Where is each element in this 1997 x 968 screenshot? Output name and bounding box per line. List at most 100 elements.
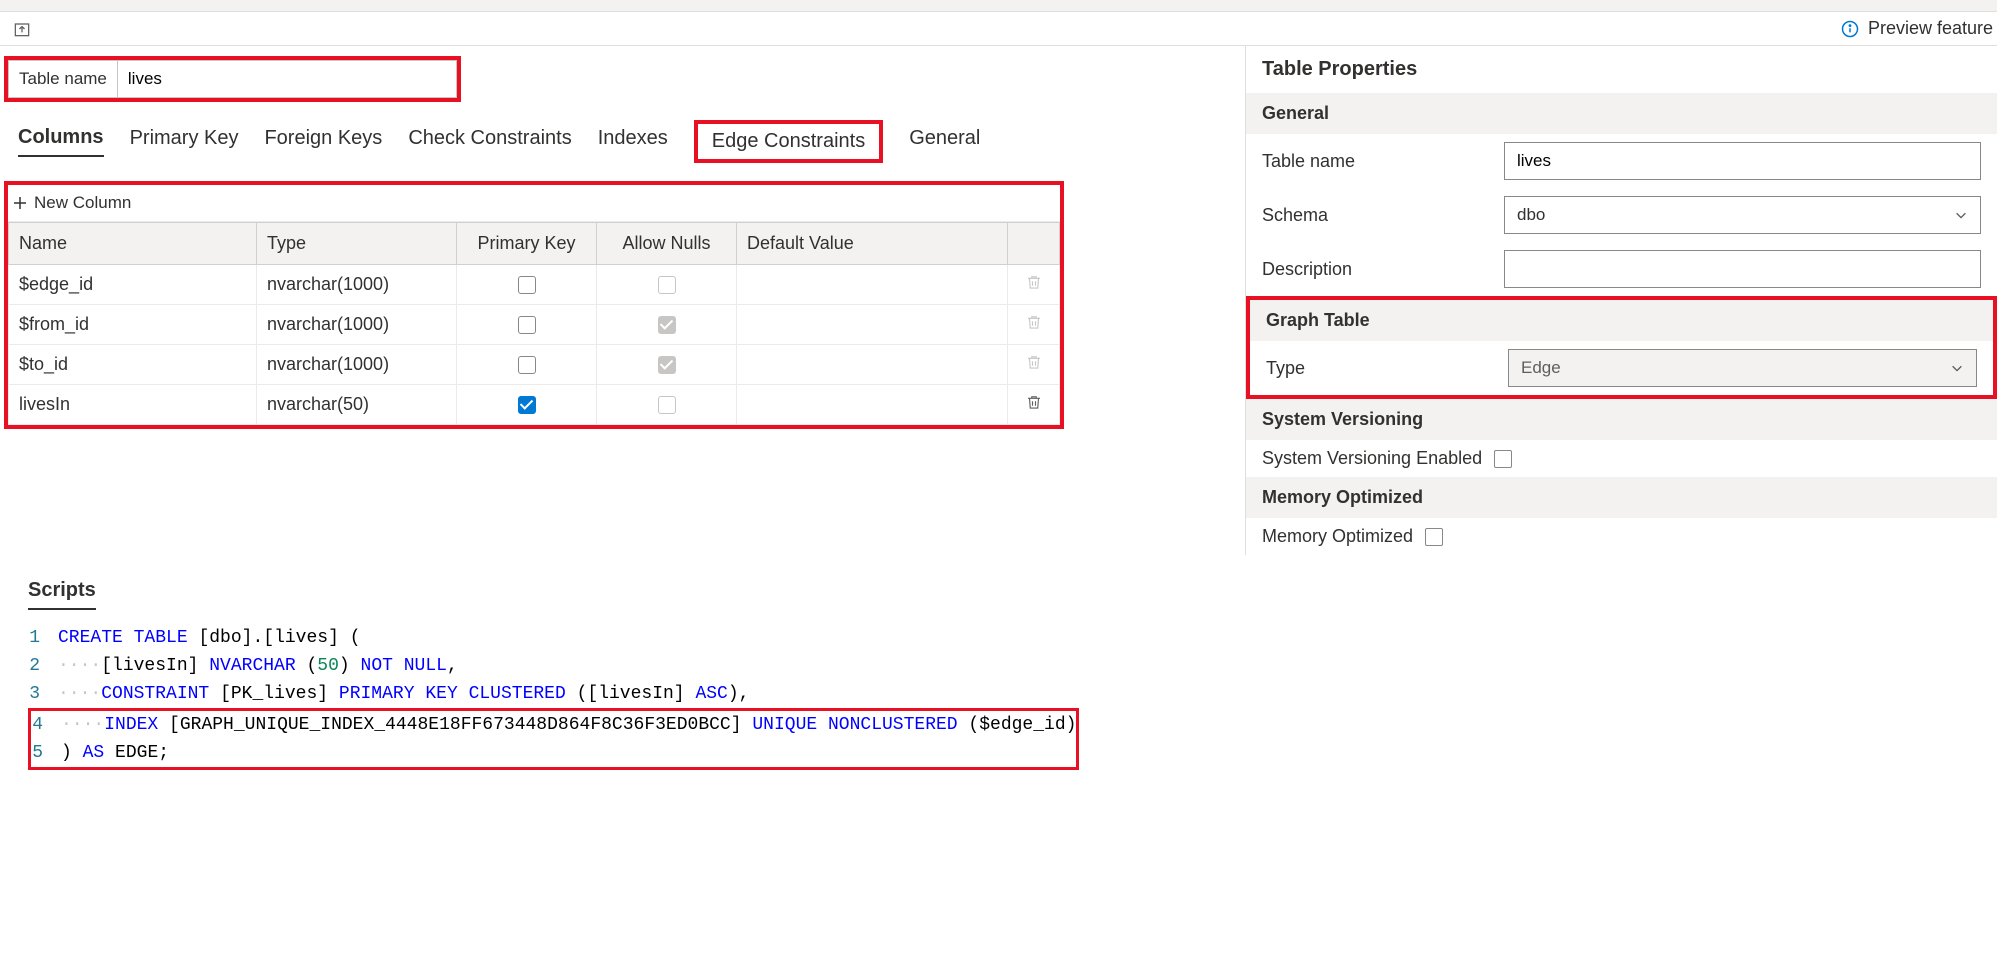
tab-edge-constraints[interactable]: Edge Constraints — [694, 120, 883, 163]
trash-icon[interactable] — [1025, 393, 1043, 411]
tab-check-constraints[interactable]: Check Constraints — [408, 127, 571, 156]
table-name-label: Table name — [8, 60, 117, 98]
chevron-down-icon — [1954, 208, 1968, 222]
allow-nulls-checkbox[interactable] — [658, 316, 676, 334]
tab-columns[interactable]: Columns — [18, 126, 104, 157]
prop-schema-select[interactable]: dbo — [1504, 196, 1981, 234]
section-system-versioning: System Versioning — [1246, 399, 1997, 440]
cell-type[interactable]: nvarchar(1000) — [257, 345, 457, 385]
script-highlight: 4····INDEX [GRAPH_UNIQUE_INDEX_4448E18FF… — [28, 708, 1079, 770]
properties-title: Table Properties — [1246, 46, 1997, 93]
prop-table-name-input[interactable] — [1504, 142, 1981, 180]
table-row[interactable]: $from_idnvarchar(1000) — [9, 305, 1060, 345]
prop-table-name-label: Table name — [1262, 151, 1492, 172]
cell-actions — [1008, 385, 1060, 425]
section-memory-optimized: Memory Optimized — [1246, 477, 1997, 518]
cell-default-value[interactable] — [737, 385, 1008, 425]
cell-name[interactable]: $edge_id — [9, 265, 257, 305]
tab-foreign-keys[interactable]: Foreign Keys — [264, 127, 382, 156]
primary-key-checkbox[interactable] — [518, 276, 536, 294]
prop-type-label: Type — [1266, 358, 1496, 379]
cell-default-value[interactable] — [737, 265, 1008, 305]
properties-pane: Table Properties General Table name Sche… — [1245, 46, 1997, 555]
table-name-group: Table name — [4, 56, 461, 102]
new-column-label: New Column — [34, 193, 131, 213]
header-name: Name — [9, 223, 257, 265]
header-actions — [1008, 223, 1060, 265]
table-row[interactable]: $to_idnvarchar(1000) — [9, 345, 1060, 385]
chevron-down-icon — [1950, 361, 1964, 375]
cell-default-value[interactable] — [737, 345, 1008, 385]
cell-type[interactable]: nvarchar(50) — [257, 385, 457, 425]
allow-nulls-checkbox — [658, 276, 676, 294]
allow-nulls-checkbox[interactable] — [658, 356, 676, 374]
prop-memopt-checkbox[interactable] — [1425, 528, 1443, 546]
code-content: ····INDEX [GRAPH_UNIQUE_INDEX_4448E18FF6… — [61, 711, 1076, 739]
cell-name[interactable]: $from_id — [9, 305, 257, 345]
prop-schema-label: Schema — [1262, 205, 1492, 226]
tab-primary-key[interactable]: Primary Key — [130, 127, 239, 156]
gutter: 1 — [28, 624, 58, 652]
graph-table-section-highlight: Graph Table Type Edge — [1246, 296, 1997, 399]
cell-primary-key — [457, 345, 597, 385]
prop-type-value: Edge — [1521, 358, 1561, 378]
prop-sysver-label: System Versioning Enabled — [1262, 448, 1482, 469]
code-line: 4····INDEX [GRAPH_UNIQUE_INDEX_4448E18FF… — [31, 711, 1076, 739]
code-line: 1CREATE TABLE [dbo].[lives] ( — [28, 624, 1969, 652]
primary-key-checkbox[interactable] — [518, 316, 536, 334]
trash-icon — [1025, 273, 1043, 291]
script-code[interactable]: 1CREATE TABLE [dbo].[lives] (2····[lives… — [28, 624, 1969, 770]
publish-icon[interactable] — [12, 19, 32, 39]
toolbar-row: Preview feature — [0, 12, 1997, 46]
cell-name[interactable]: $to_id — [9, 345, 257, 385]
trash-icon — [1025, 353, 1043, 371]
cell-type[interactable]: nvarchar(1000) — [257, 305, 457, 345]
cell-actions — [1008, 345, 1060, 385]
code-content: ····CONSTRAINT [PK_lives] PRIMARY KEY CL… — [58, 680, 1969, 708]
preview-feature-badge: Preview feature — [1840, 18, 1993, 39]
header-primary-key: Primary Key — [457, 223, 597, 265]
table-row[interactable]: $edge_idnvarchar(1000) — [9, 265, 1060, 305]
primary-key-checkbox[interactable] — [518, 356, 536, 374]
section-general: General — [1246, 93, 1997, 134]
code-line: 2····[livesIn] NVARCHAR (50) NOT NULL, — [28, 652, 1969, 680]
code-content: CREATE TABLE [dbo].[lives] ( — [58, 624, 1969, 652]
cell-actions — [1008, 265, 1060, 305]
columns-area: New Column Name Type Primary Key Allow N… — [4, 181, 1064, 429]
cell-primary-key — [457, 305, 597, 345]
primary-key-checkbox[interactable] — [518, 396, 536, 414]
prop-type-select: Edge — [1508, 349, 1977, 387]
gutter: 5 — [31, 739, 61, 767]
prop-memopt-label: Memory Optimized — [1262, 526, 1413, 547]
tab-indexes[interactable]: Indexes — [598, 127, 668, 156]
code-content: ) AS EDGE; — [61, 739, 1076, 767]
header-type: Type — [257, 223, 457, 265]
gutter: 3 — [28, 680, 58, 708]
code-content: ····[livesIn] NVARCHAR (50) NOT NULL, — [58, 652, 1969, 680]
gutter: 2 — [28, 652, 58, 680]
code-line: 5) AS EDGE; — [31, 739, 1076, 767]
section-graph-table: Graph Table — [1250, 300, 1993, 341]
prop-description-label: Description — [1262, 259, 1492, 280]
top-toolbar-strip — [0, 0, 1997, 12]
cell-default-value[interactable] — [737, 305, 1008, 345]
prop-sysver-checkbox[interactable] — [1494, 450, 1512, 468]
table-row[interactable]: livesInnvarchar(50) — [9, 385, 1060, 425]
prop-description-input[interactable] — [1504, 250, 1981, 288]
columns-table: Name Type Primary Key Allow Nulls Defaul… — [8, 222, 1060, 425]
cell-allow-nulls — [597, 345, 737, 385]
tabs: Columns Primary Key Foreign Keys Check C… — [0, 120, 1245, 173]
prop-schema-value: dbo — [1517, 205, 1545, 225]
cell-name[interactable]: livesIn — [9, 385, 257, 425]
cell-primary-key — [457, 385, 597, 425]
new-column-button[interactable]: New Column — [8, 185, 1060, 222]
scripts-title: Scripts — [28, 579, 96, 610]
gutter: 4 — [31, 711, 61, 739]
tab-general[interactable]: General — [909, 127, 980, 156]
cell-allow-nulls — [597, 265, 737, 305]
trash-icon — [1025, 313, 1043, 331]
table-name-input[interactable] — [117, 60, 457, 98]
cell-primary-key — [457, 265, 597, 305]
cell-type[interactable]: nvarchar(1000) — [257, 265, 457, 305]
cell-allow-nulls — [597, 385, 737, 425]
